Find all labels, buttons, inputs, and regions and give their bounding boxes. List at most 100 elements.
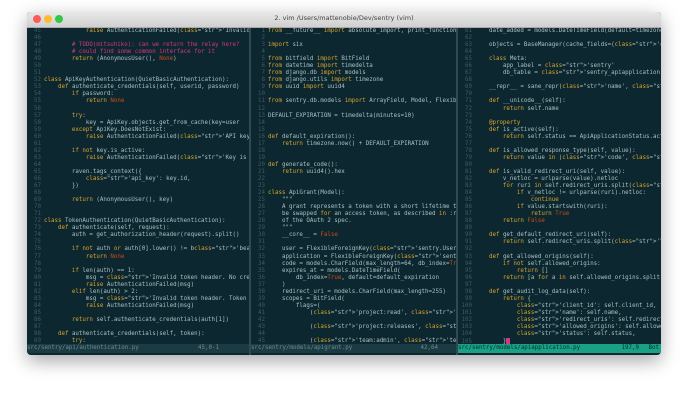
line-text: from uuid import uuid4 — [268, 84, 345, 91]
line-number: 79 — [465, 154, 472, 161]
line-number: 5 — [261, 56, 266, 63]
line-text: return { — [502, 295, 531, 302]
code-lines: 61 date_added = models.DateTimeField(def… — [458, 28, 661, 344]
code-line: 19 — [251, 155, 456, 162]
line-number: 70 — [465, 91, 472, 98]
line-text: if not self.allowed_origins: — [502, 260, 601, 267]
line-text: if v_netloc != urlparse(ruri).netloc: — [516, 190, 647, 197]
line-text: def is_allowed_response_type(self, value… — [488, 147, 636, 154]
line-number: 83 — [465, 183, 472, 190]
line-number: 14 — [258, 119, 265, 126]
line-text: return (AnonymousUser(), key) — [71, 197, 174, 204]
code-line: 83 for ruri in self.redirect_uris.split(… — [458, 183, 661, 190]
line-text: v_netloc = urlparse(value).netloc — [475, 175, 619, 182]
line-number: 48 — [34, 49, 41, 56]
line-number: 80 — [465, 161, 472, 168]
line-number: 100 — [461, 302, 472, 309]
line-number: 35 — [258, 267, 265, 274]
line-number: 77 — [465, 140, 472, 147]
line-text: from django.utils import timezone — [268, 77, 384, 84]
line-number: 9 — [261, 84, 266, 91]
code-line: 56 — [27, 106, 249, 113]
line-number: 7 — [261, 70, 266, 77]
code-line: 24 class ApiGrant(Model): — [251, 190, 456, 197]
code-line: 68 — [458, 77, 661, 84]
line-text: objects = BaseManager(cache_fields=(clas… — [475, 42, 661, 49]
line-text: if value.startswith(ruri): — [516, 204, 608, 211]
code-line: 88 return False — [458, 218, 661, 225]
line-number: 87 — [34, 323, 41, 330]
line-number: 70 — [34, 204, 41, 211]
line-number: 63 — [465, 42, 472, 49]
line-number: 91 — [465, 239, 472, 246]
line-number: 94 — [465, 260, 472, 267]
line-number: 8 — [261, 77, 266, 84]
code-line: 62 if not key.is_active: — [27, 148, 249, 155]
code-line: 47 # TODO(mitsuhiko): can we return the … — [27, 42, 249, 49]
code-line: 5 from bitfield import BitField — [251, 56, 456, 63]
code-line: 2 — [251, 35, 456, 42]
line-number: 95 — [465, 267, 472, 274]
line-text: except ApiKey.DoesNotExist: — [71, 126, 167, 133]
code-line: 96 return [a for a in self.allowed_origi… — [458, 275, 661, 282]
code-line: 6 from datetime import timedelta — [251, 63, 456, 70]
terminal-window: 2. vim /Users/mattenobie/Dev/sentry (vim… — [27, 12, 661, 355]
line-number: 85 — [465, 197, 472, 204]
line-text: msg = class="str">'Invalid token header.… — [44, 274, 249, 281]
line-number: 32 — [258, 246, 265, 253]
code-line: 32 user = FlexibleForeignKey(class="str"… — [251, 246, 456, 253]
line-text: raise AuthenticationFailed(class="str">'… — [85, 133, 249, 140]
status-line-middle: src/sentry/models/apigrant.py 42,64 — [251, 344, 456, 353]
line-number: 28 — [258, 218, 265, 225]
line-number: 69 — [34, 197, 41, 204]
line-number: 104 — [461, 331, 472, 338]
code-line: 40 flags=( — [251, 303, 456, 310]
code-line: 20 def generate_code(): — [251, 162, 456, 169]
line-number: 75 — [34, 239, 41, 246]
line-text: }) — [44, 183, 79, 190]
line-number: 33 — [258, 253, 265, 260]
code-line: 51 — [27, 70, 249, 77]
code-line: 3 import six — [251, 42, 456, 49]
line-text: return False — [502, 218, 545, 225]
line-number: 67 — [465, 70, 472, 77]
line-text: from sentry.db.models import ArrayField,… — [268, 98, 456, 105]
editor-pane-apigrant[interactable]: 1 from __future__ import absolute_import,… — [251, 28, 456, 344]
line-number: 51 — [34, 70, 41, 77]
code-line: 90 def get_default_redirect_uri(self): — [458, 232, 661, 239]
line-number: 61 — [34, 140, 41, 147]
line-number: 54 — [34, 91, 41, 98]
line-number: 44 — [258, 331, 265, 338]
line-number: 63 — [34, 154, 41, 161]
line-number: 65 — [34, 168, 41, 175]
line-text: # TODO(mitsuhiko): can we return the rel… — [44, 42, 240, 49]
line-text: def is_active(self): — [488, 126, 559, 133]
line-text: db_table = class="str">'sentry_apiapplic… — [475, 70, 661, 77]
line-number: 22 — [258, 175, 265, 182]
code-line: 31 — [251, 239, 456, 246]
line-text: be swapped for an access token, as descr… — [268, 211, 456, 218]
line-number: 31 — [258, 239, 265, 246]
line-text: raise AuthenticationFailed(class="str">'… — [85, 28, 249, 34]
line-number: 46 — [34, 35, 41, 42]
line-number: 26 — [258, 204, 265, 211]
line-text: def is_valid_redirect_uri(self, value): — [488, 168, 626, 175]
line-text: date_added = models.DateTimeField(defaul… — [475, 28, 661, 34]
line-text: class="str">'allowed_origins': self.allo… — [516, 323, 661, 330]
code-line: 49 return (AnonymousUser(), None) — [27, 56, 249, 63]
line-text: from django.db import models — [268, 70, 366, 77]
line-text: (class="str">'project:releases', class="… — [268, 323, 456, 330]
code-line: 84 raise AuthenticationFailed(msg) — [27, 303, 249, 310]
line-number: 61 — [465, 28, 472, 34]
line-number: 53 — [34, 84, 41, 91]
line-number: 52 — [34, 77, 41, 84]
editor-pane-authentication[interactable]: 45 raise AuthenticationFailed(class="str… — [27, 28, 249, 344]
line-text: continue — [530, 197, 559, 204]
line-text: return uuid4().hex — [281, 168, 345, 175]
code-line: 72 return self.name — [458, 106, 661, 113]
editor-pane-apiapplication[interactable]: 61 date_added = models.DateTimeField(def… — [458, 28, 661, 344]
code-line: 85 — [27, 310, 249, 317]
line-number: 55 — [34, 98, 41, 105]
code-line: 70 — [458, 91, 661, 98]
line-number: 62 — [34, 147, 41, 154]
